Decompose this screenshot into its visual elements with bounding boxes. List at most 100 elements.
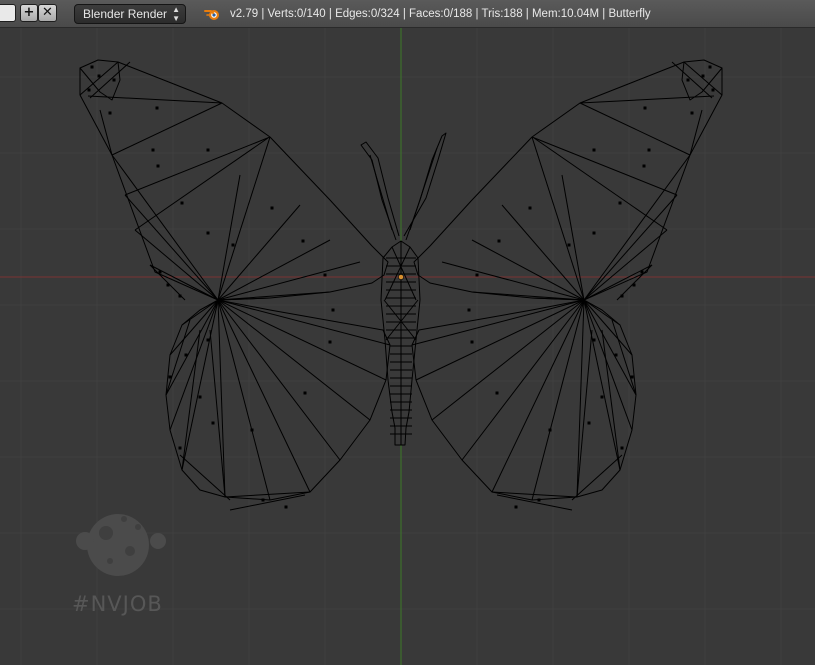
left-hindwing-edge — [217, 299, 226, 498]
right-face-dot — [708, 65, 712, 69]
right-forewing-edge — [501, 204, 585, 301]
left-antenna — [360, 141, 400, 241]
info-header: + ✕ Blender Render ▲ ▼ v2.79 | Verts:0/14… — [0, 0, 815, 28]
right-face-dot — [620, 294, 624, 298]
close-icon: ✕ — [42, 5, 53, 20]
left-antenna-edge — [369, 154, 393, 231]
left-forewing-edge — [134, 229, 219, 301]
right-face-dot — [475, 273, 479, 277]
left-face-dot — [151, 148, 155, 152]
left-hindwing-edge — [229, 494, 306, 511]
right-forewing-edge — [561, 174, 585, 301]
right-hindwing-edge — [583, 299, 633, 356]
left-forewing-edge — [217, 239, 331, 301]
left-forewing-edge — [217, 261, 361, 301]
right-forewing-edge — [441, 261, 585, 301]
right-forewing-outline — [413, 59, 723, 301]
blender-logo-icon — [204, 10, 219, 20]
right-face-dot — [497, 239, 501, 243]
right-face-dot — [600, 395, 604, 399]
right-forewing-edge — [583, 229, 668, 301]
right-antenna — [403, 132, 447, 241]
right-hindwing-edge — [571, 454, 623, 501]
right-face-dot — [618, 201, 622, 205]
left-forewing-edge — [217, 204, 301, 301]
left-face-dot — [180, 201, 184, 205]
left-hindwing-edge — [169, 299, 219, 356]
left-forewing-edge — [89, 61, 131, 99]
left-face-dot — [206, 231, 210, 235]
right-forewing-edge — [471, 239, 585, 301]
right-hindwing-edge — [583, 299, 621, 471]
left-hindwing-edge — [217, 299, 311, 493]
right-face-dot — [514, 505, 518, 509]
left-face-dot — [166, 283, 170, 287]
right-forewing-edge — [671, 61, 713, 99]
left-face-dot — [328, 340, 332, 344]
left-face-dot — [155, 106, 159, 110]
right-forewing-edge — [583, 194, 678, 301]
right-face-dot — [711, 88, 715, 92]
right-face-dot — [632, 283, 636, 287]
right-hindwing-edge — [576, 329, 593, 498]
delete-scene-button[interactable]: ✕ — [38, 4, 57, 22]
right-face-dot — [470, 340, 474, 344]
right-forewing-edge — [531, 136, 585, 301]
right-face-dot — [467, 308, 471, 312]
right-face-dot — [630, 375, 634, 379]
right-face-dot — [587, 421, 591, 425]
right-face-dot — [647, 148, 651, 152]
left-forewing-edge — [217, 174, 241, 301]
right-forewing-edge — [533, 137, 668, 231]
left-hindwing-edge — [217, 299, 371, 421]
left-face-dot — [284, 505, 288, 509]
3d-viewport[interactable]: #NVJOB — [0, 28, 815, 665]
add-scene-button[interactable]: + — [20, 4, 38, 22]
plus-icon: + — [23, 5, 35, 20]
left-face-dot — [303, 391, 307, 395]
right-hindwing-edge — [411, 299, 585, 346]
left-face-dot — [156, 164, 160, 168]
left-forewing-edge — [111, 102, 223, 156]
right-face-dot — [592, 231, 596, 235]
scene-name-field[interactable] — [0, 4, 16, 22]
left-face-dot — [198, 395, 202, 399]
right-forewing-edge — [689, 109, 703, 156]
left-face-dot — [112, 78, 116, 82]
render-engine-dropdown[interactable]: Blender Render ▲ ▼ — [74, 4, 186, 24]
left-hindwing-edge — [169, 299, 219, 431]
left-forewing-edge — [217, 136, 271, 301]
right-face-dot — [690, 111, 694, 115]
left-forewing-edge — [134, 137, 269, 231]
left-face-dot — [231, 243, 235, 247]
right-forewing-edge — [579, 102, 691, 156]
right-face-dot — [614, 353, 618, 357]
left-hindwing-edge — [217, 299, 341, 461]
left-forewing-edge — [124, 194, 219, 301]
object-origin — [398, 274, 404, 280]
right-face-dot — [537, 498, 541, 502]
right-hindwing-edge — [531, 299, 585, 501]
right-face-dot — [592, 338, 596, 342]
right-hindwing-edge — [461, 299, 585, 461]
right-antenna-edge — [409, 147, 438, 231]
left-forewing-edge — [149, 264, 219, 301]
right-face-dot — [528, 206, 532, 210]
left-face-dot — [261, 498, 265, 502]
left-face-dot — [168, 375, 172, 379]
right-forewing-edge — [583, 154, 691, 301]
moon-logo-icon — [76, 514, 166, 576]
right-face-dot — [643, 106, 647, 110]
watermark-text: #NVJOB — [72, 592, 163, 616]
left-hindwing-edge — [179, 454, 231, 501]
left-face-dot — [331, 308, 335, 312]
left-face-dot — [323, 273, 327, 277]
left-forewing-edge — [111, 154, 219, 301]
right-face-dot — [567, 243, 571, 247]
left-face-dot — [206, 148, 210, 152]
left-hindwing-edge — [181, 299, 219, 471]
left-hindwing-edge — [217, 299, 387, 381]
render-engine-label: Blender Render — [83, 7, 168, 21]
left-hindwing-edge — [209, 329, 226, 498]
left-face-dot — [108, 111, 112, 115]
